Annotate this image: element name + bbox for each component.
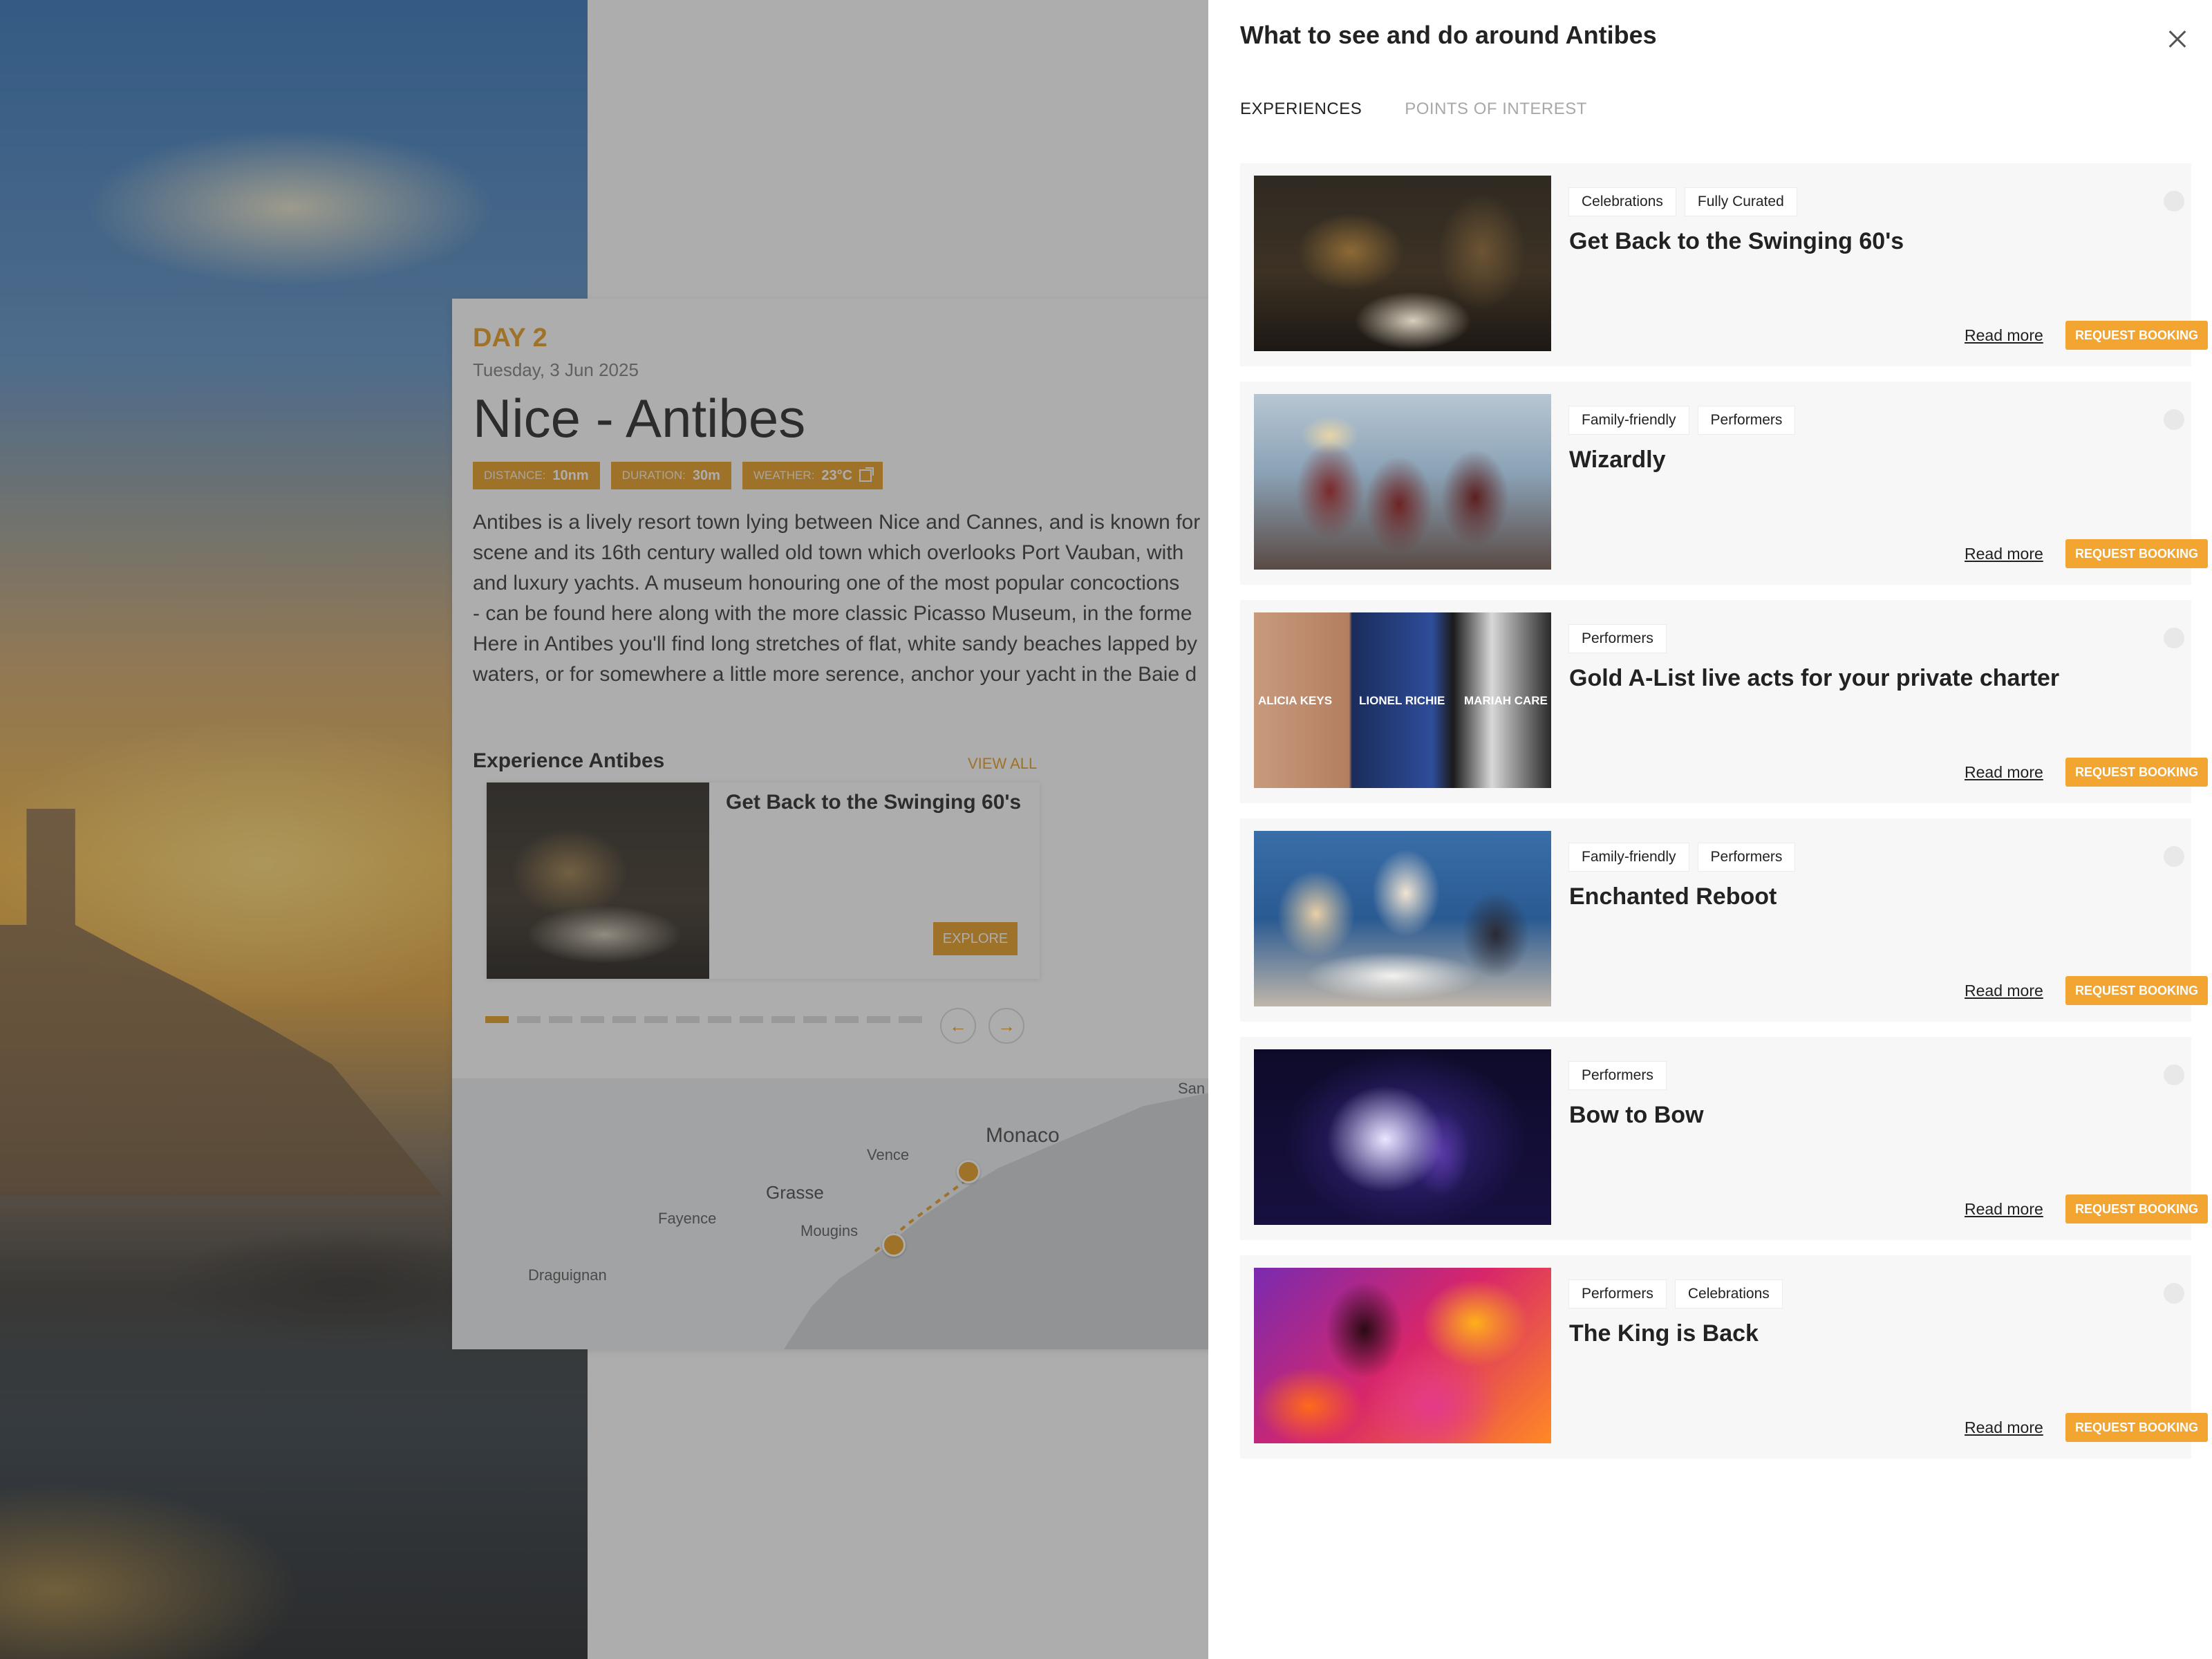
experience-image: ALICIA KEYS LIONEL RICHIE MARIAH CARE bbox=[1254, 612, 1551, 788]
read-more-link[interactable]: Read more bbox=[1965, 326, 2043, 345]
experience-image bbox=[1254, 1268, 1551, 1443]
list-item[interactable]: Performers Bow to Bow Read more REQUEST … bbox=[1240, 1037, 2208, 1240]
read-more-link[interactable]: Read more bbox=[1965, 1418, 2043, 1437]
favorite-icon[interactable] bbox=[2164, 191, 2184, 212]
tag-list: Family-friendly Performers bbox=[1569, 406, 1795, 434]
tag: Family-friendly bbox=[1569, 843, 1689, 871]
tag: Performers bbox=[1569, 1280, 1666, 1308]
request-booking-button[interactable]: REQUEST BOOKING bbox=[2065, 1413, 2208, 1442]
request-booking-button[interactable]: REQUEST BOOKING bbox=[2065, 321, 2208, 350]
request-booking-button[interactable]: REQUEST BOOKING bbox=[2065, 1194, 2208, 1224]
request-booking-button[interactable]: REQUEST BOOKING bbox=[2065, 758, 2208, 787]
tag-list: Performers Celebrations bbox=[1569, 1280, 1782, 1308]
drawer-tabs: EXPERIENCES POINTS OF INTEREST bbox=[1240, 100, 1587, 119]
close-icon[interactable] bbox=[2164, 25, 2191, 53]
experience-image bbox=[1254, 1049, 1551, 1225]
experience-image bbox=[1254, 394, 1551, 570]
favorite-icon[interactable] bbox=[2164, 1283, 2184, 1304]
read-more-link[interactable]: Read more bbox=[1965, 763, 2043, 782]
experiences-drawer: What to see and do around Antibes EXPERI… bbox=[1208, 0, 2212, 1659]
experience-title: Enchanted Reboot bbox=[1569, 883, 1777, 910]
experience-title: Bow to Bow bbox=[1569, 1102, 1704, 1128]
favorite-icon[interactable] bbox=[2164, 409, 2184, 430]
tag: Fully Curated bbox=[1685, 188, 1797, 216]
tag: Performers bbox=[1569, 1062, 1666, 1089]
list-item[interactable]: Family-friendly Performers Enchanted Reb… bbox=[1240, 818, 2208, 1022]
experience-title: Wizardly bbox=[1569, 447, 1666, 473]
tag: Performers bbox=[1698, 843, 1795, 871]
read-more-link[interactable]: Read more bbox=[1965, 1200, 2043, 1219]
tag-list: Performers bbox=[1569, 1062, 1666, 1089]
experience-image bbox=[1254, 831, 1551, 1006]
experience-title: Get Back to the Swinging 60's bbox=[1569, 228, 1904, 254]
experience-image bbox=[1254, 176, 1551, 351]
modal-overlay[interactable] bbox=[0, 0, 1208, 1659]
request-booking-button[interactable]: REQUEST BOOKING bbox=[2065, 539, 2208, 568]
tag: Celebrations bbox=[1569, 188, 1676, 216]
image-caption: MARIAH CARE bbox=[1464, 694, 1548, 707]
tag: Celebrations bbox=[1675, 1280, 1782, 1308]
drawer-title: What to see and do around Antibes bbox=[1240, 21, 1657, 49]
tab-experiences[interactable]: EXPERIENCES bbox=[1240, 100, 1362, 119]
tag-list: Performers bbox=[1569, 625, 1666, 653]
request-booking-button[interactable]: REQUEST BOOKING bbox=[2065, 976, 2208, 1005]
read-more-link[interactable]: Read more bbox=[1965, 545, 2043, 563]
list-item[interactable]: Celebrations Fully Curated Get Back to t… bbox=[1240, 163, 2208, 366]
favorite-icon[interactable] bbox=[2164, 1065, 2184, 1085]
favorite-icon[interactable] bbox=[2164, 846, 2184, 867]
tag: Performers bbox=[1569, 625, 1666, 653]
image-caption: LIONEL RICHIE bbox=[1359, 694, 1445, 707]
list-item[interactable]: Performers Celebrations The King is Back… bbox=[1240, 1255, 2208, 1459]
read-more-link[interactable]: Read more bbox=[1965, 982, 2043, 1000]
tag-list: Celebrations Fully Curated bbox=[1569, 188, 1797, 216]
experience-title: The King is Back bbox=[1569, 1320, 1759, 1347]
tag: Family-friendly bbox=[1569, 406, 1689, 434]
tag: Performers bbox=[1698, 406, 1795, 434]
image-caption: ALICIA KEYS bbox=[1258, 694, 1333, 707]
experience-list: Celebrations Fully Curated Get Back to t… bbox=[1240, 163, 2208, 1474]
list-item[interactable]: ALICIA KEYS LIONEL RICHIE MARIAH CARE Pe… bbox=[1240, 600, 2208, 803]
favorite-icon[interactable] bbox=[2164, 628, 2184, 648]
experience-title: Gold A-List live acts for your private c… bbox=[1569, 665, 2060, 691]
list-item[interactable]: Family-friendly Performers Wizardly Read… bbox=[1240, 382, 2208, 585]
tag-list: Family-friendly Performers bbox=[1569, 843, 1795, 871]
tab-points-of-interest[interactable]: POINTS OF INTEREST bbox=[1405, 100, 1587, 119]
